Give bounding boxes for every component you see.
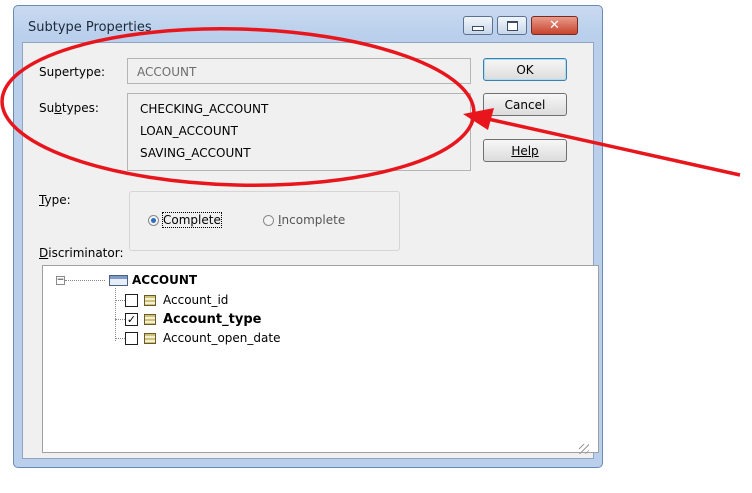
complete-radio-label: Complete: [162, 212, 222, 228]
subtypes-label-part2: types:: [61, 101, 99, 115]
checkmark-icon: ✓: [126, 312, 137, 326]
supertype-label: Supertype:: [39, 65, 105, 79]
entity-table-icon: [109, 274, 128, 286]
window-title: Subtype Properties: [28, 20, 152, 35]
unchecked-checkbox[interactable]: [125, 293, 138, 307]
tree-connector-line: [115, 337, 125, 339]
tree-connector-line: [65, 279, 105, 281]
close-window-button[interactable]: ✕: [531, 16, 578, 35]
supertype-value: ACCOUNT: [137, 65, 197, 79]
complete-radio[interactable]: Complete: [148, 212, 222, 228]
discriminator-tree[interactable]: − ACCOUNT Account_id ✓ Account_type Acco…: [42, 265, 599, 453]
incomplete-radio-label: Incomplete: [278, 213, 345, 227]
subtype-item[interactable]: SAVING_ACCOUNT: [140, 146, 251, 160]
resize-grip-icon[interactable]: [579, 444, 589, 454]
cancel-button[interactable]: Cancel: [483, 93, 567, 116]
discriminator-label: Discriminator:: [39, 246, 124, 260]
incomplete-radio[interactable]: Incomplete: [263, 213, 345, 227]
tree-root-label: ACCOUNT: [132, 273, 198, 287]
close-icon: ✕: [549, 18, 560, 33]
ok-button[interactable]: OK: [483, 58, 567, 81]
unchecked-checkbox[interactable]: [125, 331, 138, 345]
tree-connector-line: [115, 299, 125, 301]
help-button[interactable]: Help: [483, 139, 567, 162]
column-icon: [144, 313, 156, 325]
tree-root-row[interactable]: − ACCOUNT: [56, 272, 197, 288]
checked-checkbox[interactable]: ✓: [125, 312, 138, 326]
subtype-properties-dialog: Subtype Properties ✕ Supertype: ACCOUNT …: [13, 5, 603, 468]
tree-column-row[interactable]: Account_open_date: [115, 330, 280, 346]
subtypes-listbox[interactable]: CHECKING_ACCOUNT LOAN_ACCOUNT SAVING_ACC…: [127, 93, 471, 171]
discriminator-label-accesskey: D: [39, 246, 49, 260]
dialog-body: Supertype: ACCOUNT Subtypes: CHECKING_AC…: [22, 42, 599, 459]
tree-column-row[interactable]: ✓ Account_type: [115, 311, 261, 327]
radio-selected-icon: [148, 214, 159, 226]
tree-connector-line: [115, 318, 125, 320]
maximize-button[interactable]: [497, 16, 527, 35]
collapse-icon[interactable]: −: [56, 275, 65, 285]
subtype-item[interactable]: CHECKING_ACCOUNT: [140, 102, 268, 116]
type-label-text: ype:: [44, 193, 71, 207]
minimize-button[interactable]: [463, 16, 493, 35]
tree-column-label: Account_id: [163, 293, 229, 307]
help-button-label: Help: [511, 143, 539, 158]
subtypes-label-part1: Su: [39, 101, 55, 115]
subtypes-label: Subtypes:: [39, 101, 99, 115]
minimize-icon: [472, 26, 484, 31]
supertype-label-text: Supertype:: [39, 65, 106, 79]
column-icon: [144, 294, 156, 306]
discriminator-label-text: iscriminator:: [48, 246, 124, 260]
subtype-item[interactable]: LOAN_ACCOUNT: [140, 124, 238, 138]
type-groupbox: Complete Incomplete: [129, 191, 400, 251]
column-icon: [144, 332, 156, 344]
title-bar[interactable]: Subtype Properties ✕: [14, 6, 602, 42]
tree-column-label: Account_open_date: [163, 331, 281, 345]
supertype-field: ACCOUNT: [127, 58, 471, 84]
incomplete-label-text: ncomplete: [281, 213, 346, 227]
subtypes-label-accesskey: b: [54, 101, 62, 115]
maximize-icon: [506, 20, 518, 31]
radio-unselected-icon: [263, 214, 274, 226]
type-label: Type:: [39, 193, 71, 207]
tree-column-row[interactable]: Account_id: [115, 292, 228, 308]
tree-column-label: Account_type: [163, 311, 262, 327]
